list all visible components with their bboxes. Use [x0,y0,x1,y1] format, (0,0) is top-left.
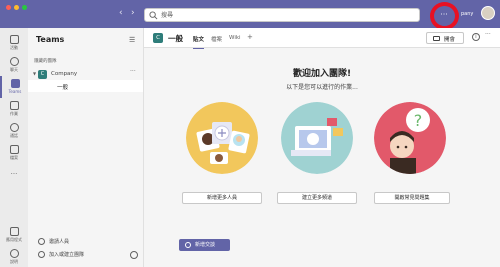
back-arrow-icon[interactable]: ‹ [119,9,123,18]
add-person-icon [38,238,45,245]
more-apps-icon: ... [10,168,18,176]
gear-icon[interactable] [130,251,138,259]
calls-icon [9,123,19,132]
open-faq-button[interactable]: 開啟常見問題集 [374,192,450,204]
tab-files[interactable]: 檔案 [211,35,222,43]
files-icon [9,145,19,154]
rail-label: 活動 [10,45,18,50]
avatar[interactable] [481,6,495,20]
meet-label: 開會 [444,37,456,43]
add-more-people-button[interactable]: 新增更多人員 [182,192,262,204]
chat-icon [9,57,19,66]
assignments-icon [9,101,19,110]
svg-text:?: ? [414,111,423,130]
team-name: Company [51,71,78,77]
rail-item-more-apps[interactable]: ... [0,168,28,190]
channel-content: C 一般 貼文 檔案 Wiki + 開會 i ··· 歡迎加入團隊! 以下是您可… [144,28,500,267]
channel-name: 一般 [57,85,69,91]
people-icon [38,251,45,258]
create-channels-illustration [281,102,353,174]
bell-icon [9,35,19,44]
welcome-subtitle: 以下是您可以進行的作業... [286,84,358,91]
search-input[interactable]: 搜尋 [144,8,420,22]
apps-icon [9,227,19,236]
compose-icon [185,242,191,248]
add-people-illustration [186,102,258,174]
rail-item-teams[interactable]: Teams [0,76,28,98]
title-bar: ‹ › 搜尋 ··· pany [0,0,500,30]
search-placeholder: 搜尋 [161,12,174,19]
invite-people-button[interactable]: 邀請人員 [38,238,69,245]
channel-item-general[interactable]: 一般 [28,80,143,92]
team-more-button[interactable]: ··· [130,68,136,75]
tab-wiki[interactable]: Wiki [229,35,241,41]
tab-posts[interactable]: 貼文 [193,35,205,49]
new-conversation-button[interactable]: 新增交談 [179,239,230,251]
add-tab-button[interactable]: + [247,33,253,41]
channel-team-avatar: C [153,33,163,43]
search-icon [149,11,158,20]
rail-label: 檔案 [10,155,18,160]
team-item[interactable]: ▼ C Company ··· [32,68,140,80]
channel-more-button[interactable]: ··· [485,31,491,38]
rail-item-files[interactable]: 檔案 [0,142,28,164]
org-name: pany [461,11,474,17]
welcome-title: 歡迎加入團隊! [292,69,352,79]
rail-label: 通話 [10,133,18,138]
team-avatar: C [38,70,47,79]
app-rail: 活動 聊天 Teams 作業 通話 檔案 ... 應用程式 說明 [0,28,28,267]
create-more-channels-button[interactable]: 建立更多頻道 [277,192,357,204]
rail-label: 說明 [10,259,18,264]
filter-icon[interactable]: ☰ [129,36,135,44]
rail-item-calls[interactable]: 通話 [0,120,28,142]
teams-sidebar: Teams ☰ 隱藏的團隊 ▼ C Company ··· 一般 邀請人員 加入… [28,28,144,267]
join-create-team-button[interactable]: 加入或建立團隊 [38,251,84,258]
channel-title: 一般 [168,34,183,43]
rail-item-help[interactable]: 說明 [0,246,28,267]
help-icon [9,249,19,258]
video-camera-icon [433,36,440,41]
zoom-window-button[interactable] [22,5,27,10]
chevron-down-icon: ▼ [33,71,37,76]
channel-header: C 一般 貼文 檔案 Wiki + 開會 i ··· [144,28,500,49]
close-window-button[interactable] [6,5,11,10]
rail-item-activity[interactable]: 活動 [0,32,28,54]
hidden-teams-label[interactable]: 隱藏的團隊 [34,58,57,64]
info-icon[interactable]: i [472,33,480,41]
teams-icon [10,79,20,88]
join-label: 加入或建立團隊 [49,252,85,258]
rail-label: Teams [8,89,22,94]
rail-label: 應用程式 [6,237,22,242]
rail-item-apps[interactable]: 應用程式 [0,224,28,246]
highlight-circle [430,2,459,30]
rail-item-assignments[interactable]: 作業 [0,98,28,120]
new-conversation-label: 新增交談 [195,242,216,248]
minimize-window-button[interactable] [14,5,19,10]
forward-arrow-icon[interactable]: › [131,9,135,18]
faq-illustration: ? [374,102,446,174]
invite-label: 邀請人員 [49,239,70,245]
rail-item-chat[interactable]: 聊天 [0,54,28,76]
sidebar-title: Teams [36,35,65,44]
meet-button[interactable]: 開會 [426,32,464,44]
rail-label: 作業 [10,111,18,116]
rail-label: 聊天 [10,67,18,72]
